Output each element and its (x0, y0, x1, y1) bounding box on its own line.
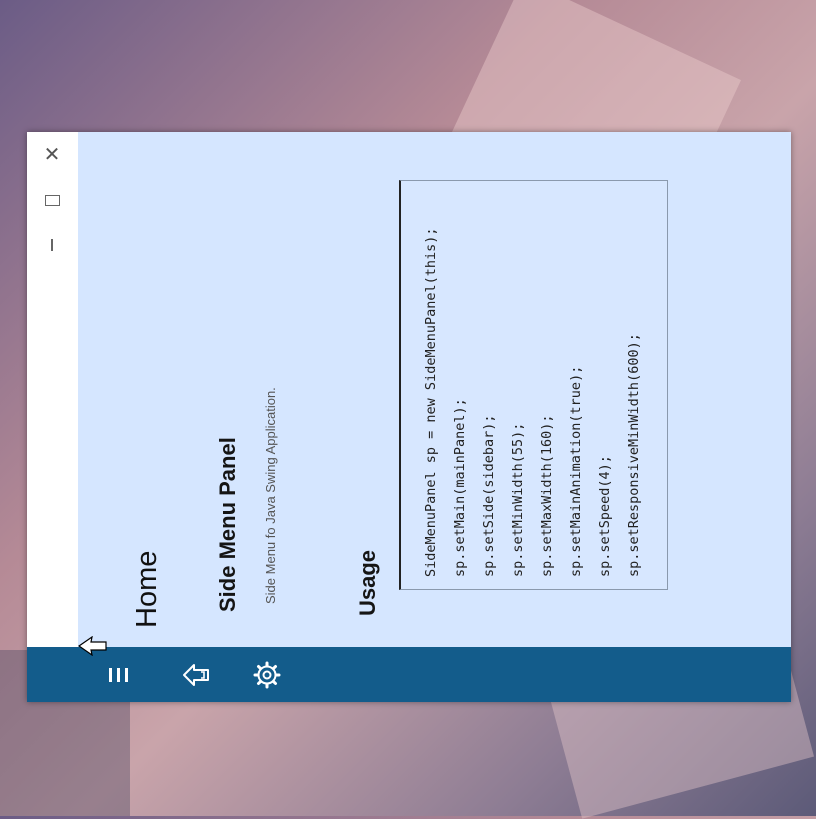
code-line: sp.setMainAnimation(true); (568, 365, 584, 577)
mouse-cursor-icon (78, 636, 107, 656)
code-line: sp.setMinWidth(55); (510, 422, 526, 577)
close-icon: ✕ (43, 142, 61, 166)
minimize-icon (51, 239, 53, 251)
sidebar (27, 647, 791, 702)
app-window: ✕ Home Side Menu Panel Side Menu fo Java… (27, 132, 791, 702)
menu-toggle-button[interactable] (103, 659, 135, 691)
usage-heading: Usage (355, 549, 380, 616)
hamburger-menu-icon (109, 668, 128, 682)
title-bar: ✕ (27, 132, 78, 702)
code-line: sp.setMain(mainPanel); (452, 398, 468, 577)
close-button[interactable]: ✕ (37, 142, 67, 166)
code-line: SideMenuPanel sp = new SideMenuPanel(thi… (423, 227, 439, 578)
home-button[interactable] (181, 659, 213, 691)
page-title: Home (131, 550, 163, 628)
home-icon (183, 664, 209, 686)
code-line: sp.setMaxWidth(160); (539, 414, 555, 577)
panel-subtitle: Side Menu fo Java Swing Application. (263, 387, 278, 604)
maximize-button[interactable] (37, 188, 67, 212)
code-line: sp.setSide(sidebar); (481, 414, 497, 577)
code-line: sp.setResponsiveMinWidth(600); (626, 333, 642, 577)
main-content: Home Side Menu Panel Side Menu fo Java S… (78, 132, 791, 647)
code-line: sp.setSpeed(4); (597, 455, 613, 577)
gear-icon (253, 661, 281, 689)
maximize-icon (44, 194, 60, 206)
settings-button[interactable] (251, 659, 283, 691)
minimize-button[interactable] (37, 233, 67, 257)
code-text-area[interactable]: SideMenuPanel sp = new SideMenuPanel(thi… (399, 180, 668, 590)
panel-title: Side Menu Panel (215, 437, 240, 612)
